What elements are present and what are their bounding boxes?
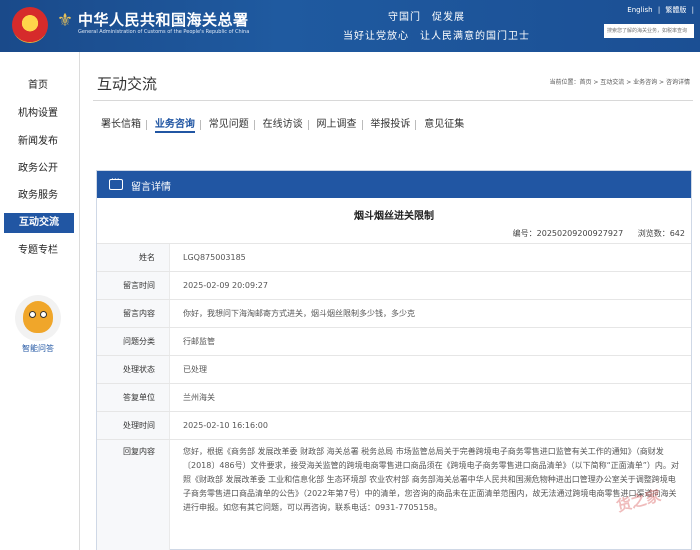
- sidebar-item-topics[interactable]: 专题专栏: [0, 241, 76, 261]
- message-meta: 编号：20250209200927927 浏览数：642: [501, 228, 685, 239]
- row-value: 你好，我想问下海淘邮寄方式进关，烟斗烟丝限制多少钱，多少克: [183, 309, 415, 318]
- sidebar-item-home[interactable]: 首页: [0, 76, 76, 96]
- site-subtitle: General Administration of Customs of the…: [78, 29, 250, 35]
- row-value: 2025-02-10 16:16:00: [183, 421, 268, 430]
- site-title[interactable]: 中华人民共和国海关总署: [78, 9, 249, 30]
- slogan-line-1: 守国门 促发展: [388, 12, 465, 23]
- site-header: ⚜ 中华人民共和国海关总署 General Administration of …: [0, 0, 700, 52]
- message-number: 编号：20250209200927927: [512, 229, 624, 238]
- national-emblem-icon[interactable]: [12, 7, 48, 43]
- panel-header: 留言详情: [97, 171, 691, 198]
- message-detail-panel: 留言详情 烟斗烟丝进关限制 编号：20250209200927927 浏览数：6…: [96, 170, 692, 550]
- row-label: 留言时间: [97, 272, 170, 299]
- assistant-mascot-icon[interactable]: [15, 295, 61, 341]
- sidebar-nav: 首页 机构设置 新闻发布 政务公开 政务服务 互动交流 专题专栏 智能问答: [0, 52, 80, 550]
- tab-bar: 署长信箱 业务咨询 常见问题 在线访谈 网上调查 举报投诉 意见征集: [96, 115, 469, 133]
- row-label: 回复内容: [97, 440, 170, 550]
- tab-business-inquiry[interactable]: 业务咨询: [150, 115, 200, 133]
- sidebar-item-news[interactable]: 新闻发布: [0, 132, 76, 152]
- language-links: English | 繁體版 |: [624, 5, 694, 15]
- slogan-line-2: 当好让党放心 让人民满意的国门卫士: [343, 31, 530, 42]
- link-divider: |: [691, 6, 694, 14]
- traditional-chinese-link[interactable]: 繁體版: [665, 6, 686, 14]
- row-value: 兰州海关: [183, 393, 215, 402]
- row-value: LGQ875003185: [183, 253, 246, 262]
- english-link[interactable]: English: [627, 6, 652, 14]
- tab-online-survey[interactable]: 网上调查: [312, 115, 362, 130]
- row-label: 处理状态: [97, 356, 170, 383]
- detail-row-time: 留言时间 2025-02-09 20:09:27: [97, 271, 691, 299]
- sidebar-item-services[interactable]: 政务服务: [0, 186, 76, 206]
- row-label: 答复单位: [97, 384, 170, 411]
- tab-online-interview[interactable]: 在线访谈: [258, 115, 308, 130]
- sidebar-item-organization[interactable]: 机构设置: [0, 104, 76, 124]
- assistant-label[interactable]: 智能问答: [0, 343, 76, 354]
- breadcrumb[interactable]: 当前位置：首页 > 互动交流 > 业务咨询 > 咨询详情: [549, 77, 690, 86]
- row-label: 留言内容: [97, 300, 170, 327]
- divider: [93, 100, 693, 101]
- tab-opinion-collection[interactable]: 意见征集: [419, 115, 469, 130]
- row-label: 姓名: [97, 244, 170, 271]
- tab-director-mailbox[interactable]: 署长信箱: [96, 115, 146, 130]
- message-title: 烟斗烟丝进关限制: [354, 211, 434, 222]
- chat-icon: [109, 175, 123, 190]
- detail-row-name: 姓名 LGQ875003185: [97, 243, 691, 271]
- detail-row-reply: 回复内容 您好，根据《商务部 发展改革委 财政部 海关总署 税务总局 市场监管总…: [97, 439, 691, 550]
- reply-text: 您好，根据《商务部 发展改革委 财政部 海关总署 税务总局 市场监管总局关于完善…: [183, 447, 679, 512]
- row-value: 已处理: [183, 365, 207, 374]
- tab-report-complaint[interactable]: 举报投诉: [365, 115, 415, 130]
- row-label: 问题分类: [97, 328, 170, 355]
- detail-row-status: 处理状态 已处理: [97, 355, 691, 383]
- customs-logo-icon: ⚜: [56, 10, 74, 31]
- panel-title: 留言详情: [131, 182, 171, 193]
- detail-row-category: 问题分类 行邮监管: [97, 327, 691, 355]
- row-value: 行邮监管: [183, 337, 215, 346]
- search-input[interactable]: [604, 24, 694, 38]
- page-title: 互动交流: [97, 75, 158, 93]
- detail-row-content: 留言内容 你好，我想问下海淘邮寄方式进关，烟斗烟丝限制多少钱，多少克: [97, 299, 691, 327]
- tab-faq[interactable]: 常见问题: [204, 115, 254, 130]
- row-label: 处理时间: [97, 412, 170, 439]
- detail-row-unit: 答复单位 兰州海关: [97, 383, 691, 411]
- link-divider: |: [657, 6, 661, 14]
- sidebar-item-interaction[interactable]: 互动交流: [4, 213, 74, 233]
- detail-row-handled-time: 处理时间 2025-02-10 16:16:00: [97, 411, 691, 439]
- row-value: 2025-02-09 20:09:27: [183, 281, 268, 290]
- view-count: 浏览数：642: [637, 229, 685, 238]
- sidebar-item-disclosure[interactable]: 政务公开: [0, 159, 76, 179]
